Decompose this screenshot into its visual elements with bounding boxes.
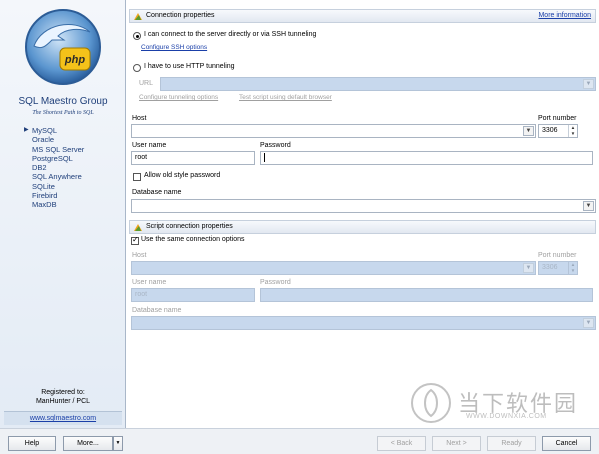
port-label: Port number	[538, 115, 577, 122]
watermark: 当下软件园 WWW.DOWNXIA.COM	[406, 380, 586, 426]
chevron-down-icon[interactable]: ▼	[583, 201, 594, 211]
old-password-checkbox[interactable]	[133, 173, 141, 181]
script-host-label: Host	[132, 252, 147, 259]
spin-updown-icon[interactable]: ▲ ▼	[568, 125, 577, 137]
chevron-down-icon: ▼	[583, 318, 594, 328]
text-cursor	[264, 152, 265, 162]
more-information-link[interactable]: More information	[538, 10, 591, 22]
database-label: Database name	[132, 189, 182, 196]
chevron-down-icon: ▼	[115, 440, 121, 446]
password-input[interactable]	[260, 151, 593, 165]
script-header-title: Script connection properties	[146, 223, 233, 230]
database-list: ▶ MySQL Oracle MS SQL Server PostgreSQL D…	[24, 126, 84, 210]
section-leaf-icon	[134, 224, 142, 231]
chevron-down-icon[interactable]: ▼	[523, 126, 534, 136]
db-item-mysql[interactable]: ▶ MySQL	[24, 126, 84, 135]
registration-info: Registered to: ManHunter / PCL	[0, 388, 126, 406]
connection-header-title: Connection properties	[146, 12, 215, 19]
script-database-input: ▼	[131, 316, 596, 330]
sidebar: php SQL Maestro Group The Shortest Path …	[0, 0, 126, 428]
registered-user: ManHunter / PCL	[35, 398, 91, 405]
db-item-firebird[interactable]: Firebird	[32, 191, 84, 200]
script-properties-header: Script connection properties	[129, 220, 596, 234]
host-input[interactable]: ▼	[131, 124, 536, 138]
configure-tunneling-link: Configure tunneling options	[139, 94, 219, 101]
db-item-db2[interactable]: DB2	[32, 163, 84, 172]
watermark-sub: WWW.DOWNXIA.COM	[466, 413, 547, 420]
cancel-button[interactable]: Cancel	[542, 436, 591, 451]
chevron-down-icon: ▼	[583, 79, 594, 89]
direct-connection-radio[interactable]	[133, 32, 141, 40]
script-password-input	[260, 288, 593, 302]
logo-text: php	[64, 54, 85, 66]
ready-button[interactable]: Ready	[487, 436, 536, 451]
port-input[interactable]: 3306 ▲ ▼	[538, 124, 578, 138]
http-tunneling-radio[interactable]	[133, 64, 141, 72]
section-leaf-icon	[134, 13, 142, 20]
connection-properties-header: Connection properties More information	[129, 9, 596, 23]
old-password-label: Allow old style password	[144, 172, 221, 179]
brand-title: SQL Maestro Group	[18, 96, 108, 107]
chevron-down-icon: ▼	[523, 263, 534, 273]
watermark-logo-icon	[411, 383, 451, 423]
registered-label: Registered to:	[41, 389, 85, 396]
test-script-link: Test script using default browser	[239, 94, 332, 101]
same-options-checkbox[interactable]	[131, 235, 139, 245]
arrow-right-icon: ▶	[24, 127, 29, 133]
username-input[interactable]: root	[131, 151, 255, 165]
db-item-mssql[interactable]: MS SQL Server	[32, 145, 84, 154]
main-panel: Connection properties More information I…	[127, 0, 599, 428]
script-username-label: User name	[132, 279, 167, 286]
password-label: Password	[260, 142, 291, 149]
script-port-input: 3306 ▲ ▼	[538, 261, 578, 275]
direct-connection-label: I can connect to the server directly or …	[144, 31, 317, 38]
db-item-maxdb[interactable]: MaxDB	[32, 200, 84, 209]
script-database-label: Database name	[132, 307, 182, 314]
url-label: URL	[139, 80, 154, 87]
script-host-input: ▼	[131, 261, 536, 275]
script-port-label: Port number	[538, 252, 577, 259]
php-dolphin-logo: php	[25, 9, 101, 85]
http-tunneling-label: I have to use HTTP tunneling	[144, 63, 235, 70]
spin-updown-icon: ▲ ▼	[568, 262, 577, 274]
next-button[interactable]: Next >	[432, 436, 481, 451]
db-item-sqlanywhere[interactable]: SQL Anywhere	[32, 172, 84, 181]
brand-subtitle: The Shortest Path to SQL	[32, 110, 94, 116]
script-password-label: Password	[260, 279, 291, 286]
bottom-button-bar: Help More... ▼ < Back Next > Ready Cance…	[0, 428, 599, 454]
db-item-postgresql[interactable]: PostgreSQL	[32, 154, 84, 163]
script-username-input: root	[131, 288, 255, 302]
db-item-oracle[interactable]: Oracle	[32, 135, 84, 144]
more-button[interactable]: More...	[63, 436, 113, 451]
website-link[interactable]: www.sqlmaestro.com	[4, 411, 122, 425]
more-dropdown-button[interactable]: ▼	[113, 436, 123, 451]
db-item-sqlite[interactable]: SQLite	[32, 182, 84, 191]
database-input[interactable]: ▼	[131, 199, 596, 213]
host-label: Host	[132, 115, 147, 122]
url-input[interactable]: ▼	[160, 77, 596, 91]
back-button[interactable]: < Back	[377, 436, 426, 451]
configure-ssh-link[interactable]: Configure SSH options	[141, 44, 207, 51]
same-options-label: Use the same connection options	[141, 236, 245, 243]
help-button[interactable]: Help	[8, 436, 56, 451]
username-label: User name	[132, 142, 167, 149]
